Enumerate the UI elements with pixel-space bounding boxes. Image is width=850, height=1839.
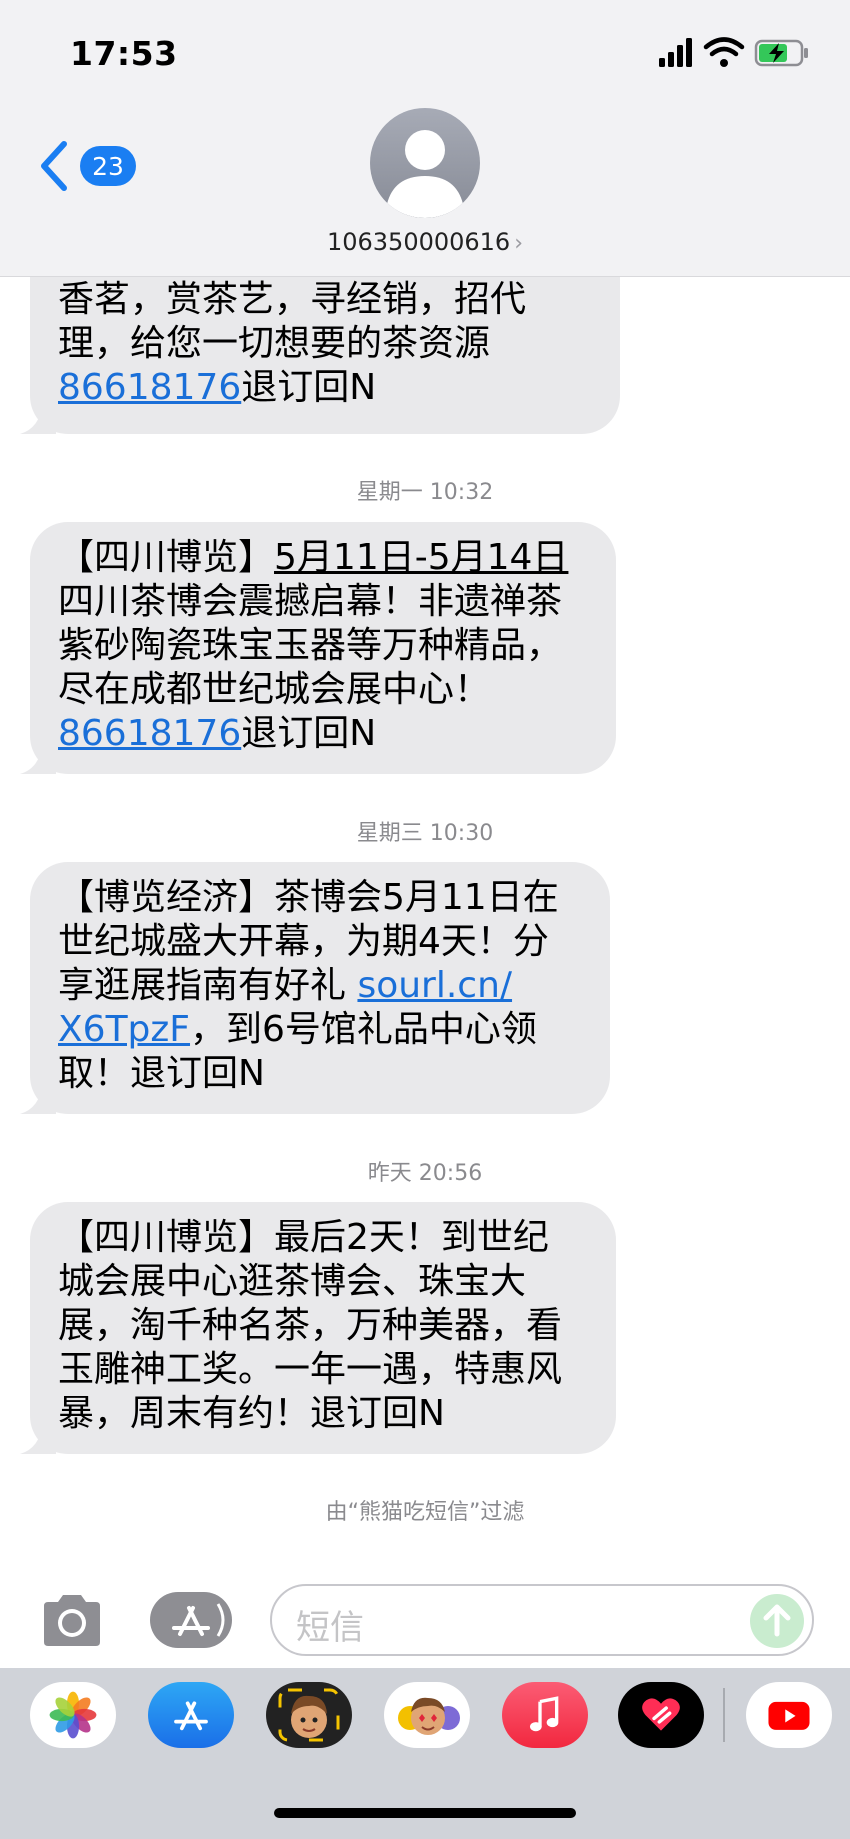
url-link[interactable]: X6TpzF [58, 1009, 190, 1050]
message-text: 享逛展指南有好礼 [58, 965, 358, 1006]
timestamp: 昨天 20:56 [367, 1161, 483, 1186]
music-icon[interactable] [502, 1682, 588, 1748]
message-line: 四川茶博会震撼启幕！非遗禅茶 [58, 581, 563, 622]
app-store-icon [172, 1603, 225, 1637]
message-line: 【四川博览】最后2天！到世纪 [58, 1217, 549, 1258]
timestamp: 星期一 10:32 [356, 480, 494, 505]
memoji-icon[interactable] [266, 1682, 352, 1748]
filter-note: 由“熊猫吃短信”过滤 [325, 1500, 525, 1525]
message-line: 紫砂陶瓷珠宝玉器等万种精品， [58, 625, 563, 666]
chevron-left-icon [41, 141, 67, 191]
bubble-tail [20, 1424, 56, 1454]
url-link[interactable]: sourl.cn/ [357, 965, 512, 1006]
unread-count-badge: 23 [80, 146, 136, 186]
bubble-tail [20, 744, 56, 774]
message-line: 取！退订回N [58, 1053, 265, 1094]
unsubscribe-text: 退订回N [241, 367, 377, 408]
camera-icon[interactable] [38, 1592, 106, 1648]
sender-number: 106350000616 [326, 228, 511, 256]
app-store-icon[interactable] [148, 1682, 234, 1748]
person-icon [387, 130, 463, 218]
message-line: 尽在成都世纪城会展中心！ [58, 669, 491, 710]
wifi-icon [703, 37, 745, 57]
apps-button[interactable] [150, 1592, 232, 1648]
message-bubble[interactable]: 【四川博览】最后2天！到世纪 城会展中心逛茶博会、珠宝大 展，淘千种名茶，万种美… [20, 1202, 616, 1454]
photos-icon[interactable] [30, 1682, 116, 1748]
contact-avatar[interactable] [370, 108, 480, 218]
message-text: ，到6号馆礼品中心领 [190, 1009, 537, 1050]
unsubscribe-text: 退订回N [241, 713, 377, 754]
message-line: 世纪城盛大开幕，为期4天！分 [58, 921, 549, 962]
phone-link[interactable]: 86618176 [58, 713, 241, 754]
home-indicator [274, 1808, 576, 1818]
timestamp: 星期三 10:30 [356, 821, 494, 846]
drawer-divider [723, 1688, 725, 1742]
digital-touch-icon[interactable] [618, 1682, 704, 1748]
arrow-up-icon [763, 1604, 791, 1637]
youtube-icon[interactable] [746, 1682, 832, 1748]
message-line: 香茗，赏茶艺，寻经销，招代 [58, 279, 527, 320]
bubble-tail [20, 1084, 56, 1114]
chevron-right-icon: › [514, 231, 524, 256]
back-button[interactable]: 23 [34, 136, 136, 196]
message-line: 理，给您一切想要的茶资源 [58, 323, 491, 364]
message-line: 玉雕神工奖。一年一遇，特惠风 [58, 1349, 563, 1390]
send-button[interactable] [750, 1594, 804, 1648]
message-input[interactable]: 短信 [270, 1584, 814, 1656]
signal-icon [659, 38, 692, 67]
message-bubble[interactable]: 【博览经济】茶博会5月11日在 世纪城盛大开幕，为期4天！分 享逛展指南有好礼 … [20, 862, 610, 1114]
status-icons [659, 37, 808, 67]
message-line: 【博览经济】茶博会5月11日在 [58, 877, 559, 918]
message-prefix: 【四川博览】 [58, 537, 275, 578]
message-line: 暴，周末有约！退订回N [58, 1393, 445, 1434]
conversation-header: 17:53 23 106350000616 › [0, 0, 850, 277]
message-bubble[interactable]: 【四川博览】5月11日-5月14日 四川茶博会震撼启幕！非遗禅茶 紫砂陶瓷珠宝玉… [20, 522, 616, 774]
animoji-stickers-icon[interactable] [384, 1682, 470, 1748]
bubble-tail [20, 404, 56, 434]
contact-name[interactable]: 106350000616 › [0, 228, 850, 256]
message-line: 展，淘千种名茶，万种美器，看 [58, 1305, 563, 1346]
message-line: 城会展中心逛茶博会、珠宝大 [58, 1261, 527, 1302]
date-link[interactable]: 5月11日-5月14日 [274, 537, 568, 578]
message-placeholder: 短信 [296, 1608, 364, 1648]
phone-link[interactable]: 86618176 [58, 367, 241, 408]
status-time: 17:53 [70, 34, 178, 73]
battery-icon [754, 39, 808, 67]
